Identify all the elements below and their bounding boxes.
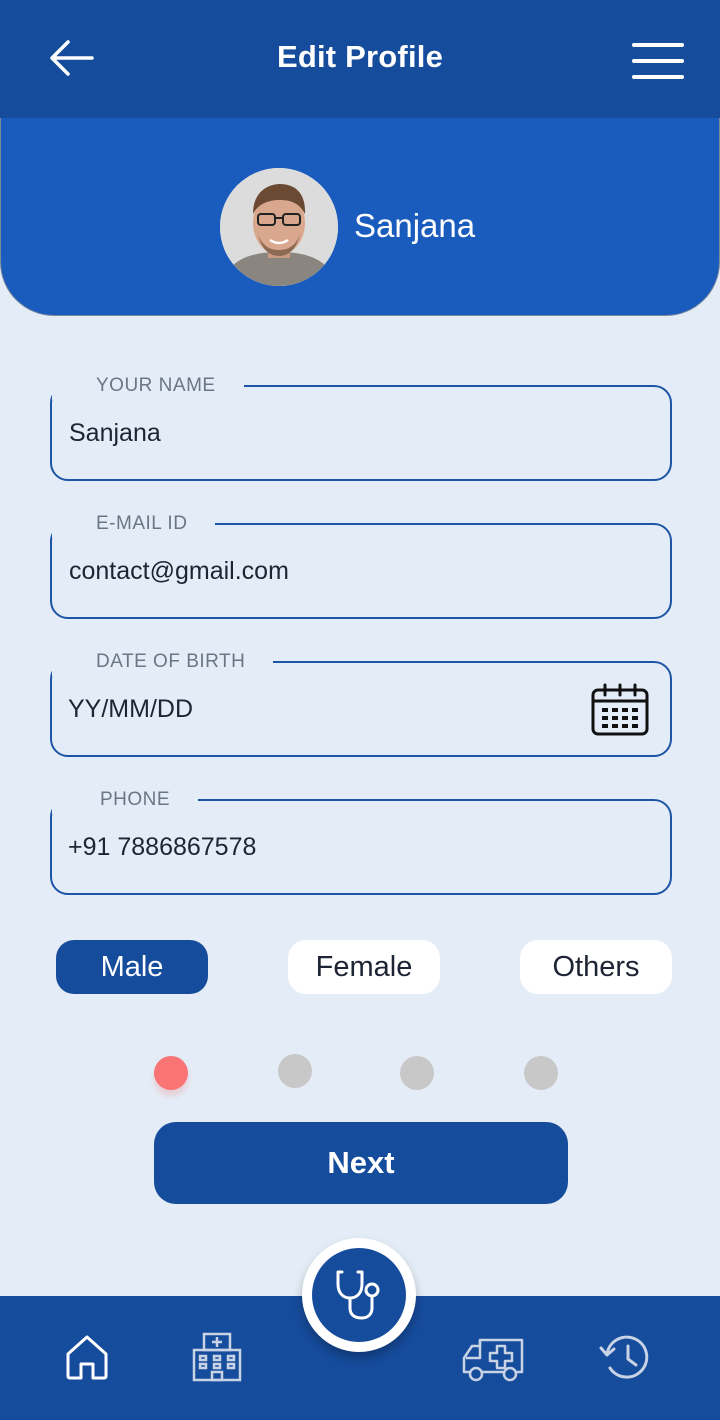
- email-field[interactable]: E-MAIL ID contact@gmail.com: [50, 510, 672, 619]
- email-field-label: E-MAIL ID: [52, 510, 216, 538]
- dob-input[interactable]: YY/MM/DD: [68, 695, 568, 724]
- name-input[interactable]: Sanjana: [69, 419, 569, 448]
- name-field[interactable]: YOUR NAME Sanjana: [50, 372, 672, 481]
- name-field-label: YOUR NAME: [52, 372, 244, 400]
- email-input[interactable]: contact@gmail.com: [69, 557, 569, 586]
- dob-field[interactable]: DATE OF BIRTH YY/MM/DD: [50, 648, 672, 757]
- dob-field-label: DATE OF BIRTH: [52, 648, 274, 676]
- profile-name: Sanjana: [354, 207, 476, 244]
- stethoscope-button[interactable]: [312, 1248, 406, 1342]
- avatar[interactable]: [220, 168, 338, 286]
- home-icon[interactable]: [62, 1332, 112, 1382]
- hamburger-menu-icon[interactable]: [630, 40, 686, 82]
- gender-option-female[interactable]: Female: [288, 940, 440, 994]
- history-icon[interactable]: [598, 1332, 656, 1384]
- pager-dot-1[interactable]: [154, 1056, 188, 1090]
- profile-header: Sanjana: [0, 118, 720, 316]
- phone-field[interactable]: PHONE +91 7886867578: [50, 786, 672, 895]
- gender-option-others[interactable]: Others: [520, 940, 672, 994]
- gender-option-male[interactable]: Male: [56, 940, 208, 994]
- phone-input[interactable]: +91 7886867578: [68, 833, 568, 862]
- calendar-icon[interactable]: [590, 683, 650, 737]
- next-button[interactable]: Next: [154, 1122, 568, 1204]
- arrow-left-icon[interactable]: [44, 36, 98, 80]
- phone-field-label: PHONE: [52, 786, 199, 814]
- top-app-bar: Edit Profile: [0, 0, 720, 118]
- stethoscope-icon: [336, 1270, 380, 1320]
- page-title: Edit Profile: [276, 39, 444, 74]
- pager-dot-2[interactable]: [278, 1054, 312, 1088]
- pager-dot-4[interactable]: [524, 1056, 558, 1090]
- ambulance-icon[interactable]: [460, 1332, 528, 1382]
- hospital-icon[interactable]: [190, 1332, 244, 1384]
- pager-dot-3[interactable]: [400, 1056, 434, 1090]
